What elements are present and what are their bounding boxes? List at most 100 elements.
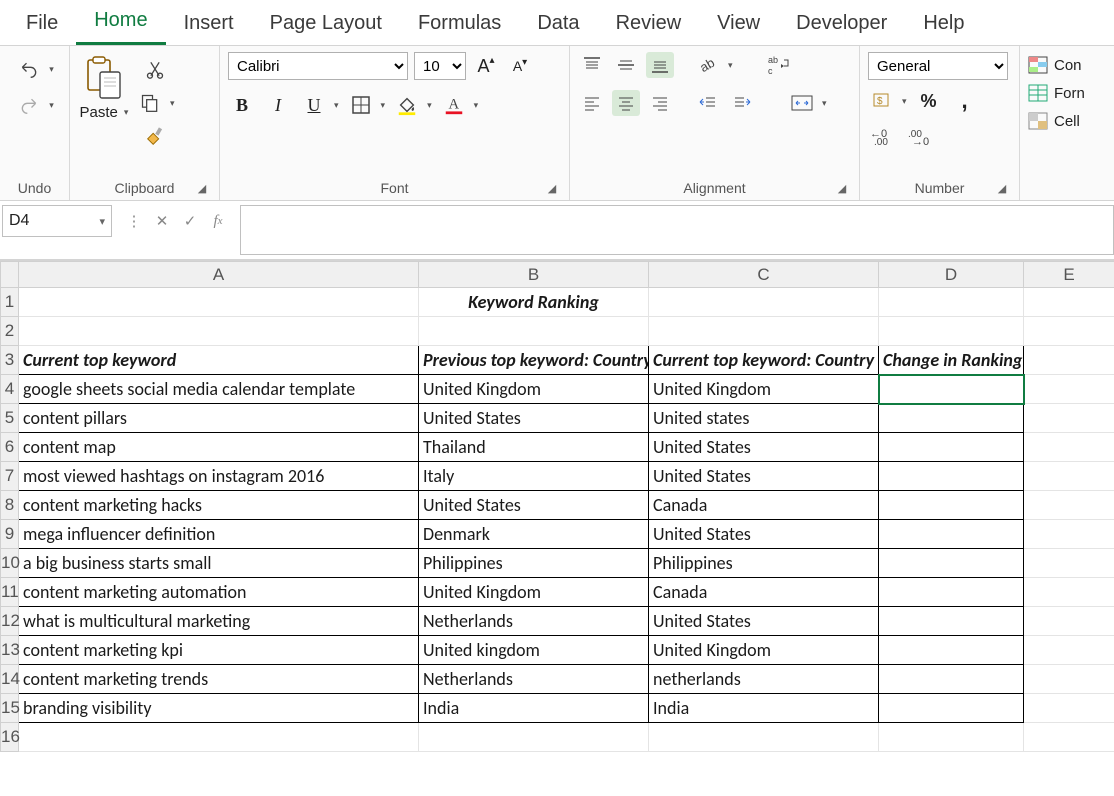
cell-D1[interactable]: [879, 288, 1024, 317]
orientation-button[interactable]: ab: [694, 52, 722, 78]
cell-C8[interactable]: Canada: [649, 491, 879, 520]
column-header-B[interactable]: B: [419, 262, 649, 288]
copy-button[interactable]: [136, 90, 164, 116]
cell-styles-icon[interactable]: [1028, 112, 1048, 130]
fill-color-button[interactable]: [393, 92, 421, 118]
cell-D5[interactable]: [879, 404, 1024, 433]
cell-D3[interactable]: Change in Ranking: [879, 346, 1024, 375]
cell-D12[interactable]: [879, 607, 1024, 636]
cell-C3[interactable]: Current top keyword: Country: [649, 346, 879, 375]
font-size-select[interactable]: 10: [414, 52, 466, 80]
merge-center-button[interactable]: [788, 90, 816, 116]
cell-E11[interactable]: [1024, 578, 1114, 607]
row-header-12[interactable]: 12: [1, 607, 19, 636]
row-header-10[interactable]: 10: [1, 549, 19, 578]
row-header-2[interactable]: 2: [1, 317, 19, 346]
cell-B5[interactable]: United States: [419, 404, 649, 433]
cell-A10[interactable]: a big business starts small: [19, 549, 419, 578]
cut-button[interactable]: [141, 56, 169, 82]
wrap-text-button[interactable]: abc: [765, 52, 793, 78]
tab-help[interactable]: Help: [905, 4, 982, 45]
column-header-E[interactable]: E: [1024, 262, 1114, 288]
cell-D4[interactable]: [879, 375, 1024, 404]
borders-dropdown[interactable]: ▾: [381, 100, 386, 111]
cell-E3[interactable]: [1024, 346, 1114, 375]
undo-button[interactable]: [15, 56, 43, 82]
number-format-select[interactable]: General: [868, 52, 1008, 80]
cell-C5[interactable]: United states: [649, 404, 879, 433]
cell-C1[interactable]: [649, 288, 879, 317]
tab-page-layout[interactable]: Page Layout: [252, 4, 400, 45]
cell-D16[interactable]: [879, 723, 1024, 752]
cell-E12[interactable]: [1024, 607, 1114, 636]
enter-formula-button[interactable]: ✓: [178, 209, 202, 233]
column-header-A[interactable]: A: [19, 262, 419, 288]
row-header-5[interactable]: 5: [1, 404, 19, 433]
font-color-button[interactable]: A: [440, 92, 468, 118]
cell-C16[interactable]: [649, 723, 879, 752]
cell-B11[interactable]: United Kingdom: [419, 578, 649, 607]
cancel-formula-button[interactable]: ✕: [150, 209, 174, 233]
row-header-16[interactable]: 16: [1, 723, 19, 752]
italic-button[interactable]: I: [264, 92, 292, 118]
percent-button[interactable]: %: [915, 88, 943, 114]
align-bottom-button[interactable]: [646, 52, 674, 78]
font-color-dropdown[interactable]: ▾: [474, 100, 479, 111]
cell-E4[interactable]: [1024, 375, 1114, 404]
align-middle-button[interactable]: [612, 52, 640, 78]
row-header-6[interactable]: 6: [1, 433, 19, 462]
copy-dropdown[interactable]: ▾: [170, 98, 175, 109]
clipboard-launcher[interactable]: ◢: [195, 182, 209, 196]
cell-C9[interactable]: United States: [649, 520, 879, 549]
cell-E7[interactable]: [1024, 462, 1114, 491]
tab-view[interactable]: View: [699, 4, 778, 45]
cell-B1[interactable]: Keyword Ranking: [419, 288, 649, 317]
cell-B4[interactable]: United Kingdom: [419, 375, 649, 404]
increase-decimal-button[interactable]: ←0.00: [868, 122, 896, 148]
cell-C12[interactable]: United States: [649, 607, 879, 636]
cell-C15[interactable]: India: [649, 694, 879, 723]
underline-dropdown[interactable]: ▾: [334, 100, 339, 111]
cell-A3[interactable]: Current top keyword: [19, 346, 419, 375]
cell-B15[interactable]: India: [419, 694, 649, 723]
cell-B2[interactable]: [419, 317, 649, 346]
cell-A2[interactable]: [19, 317, 419, 346]
cell-A7[interactable]: most viewed hashtags on instagram 2016: [19, 462, 419, 491]
formula-divider-button[interactable]: ⋮: [122, 209, 146, 233]
tab-home[interactable]: Home: [76, 1, 165, 45]
cell-D8[interactable]: [879, 491, 1024, 520]
align-top-button[interactable]: [578, 52, 606, 78]
cell-C4[interactable]: United Kingdom: [649, 375, 879, 404]
row-header-14[interactable]: 14: [1, 665, 19, 694]
cell-C7[interactable]: United States: [649, 462, 879, 491]
tab-formulas[interactable]: Formulas: [400, 4, 519, 45]
cell-D10[interactable]: [879, 549, 1024, 578]
cell-E5[interactable]: [1024, 404, 1114, 433]
cell-D13[interactable]: [879, 636, 1024, 665]
redo-button[interactable]: [15, 92, 43, 118]
cell-A6[interactable]: content map: [19, 433, 419, 462]
merge-dropdown[interactable]: ▾: [822, 98, 827, 109]
align-left-button[interactable]: [578, 90, 606, 116]
format-painter-button[interactable]: [141, 124, 169, 150]
cell-A5[interactable]: content pillars: [19, 404, 419, 433]
decrease-decimal-button[interactable]: .00→0: [906, 122, 934, 148]
bold-button[interactable]: B: [228, 92, 256, 118]
insert-function-button[interactable]: fx: [206, 209, 230, 233]
row-header-1[interactable]: 1: [1, 288, 19, 317]
align-center-button[interactable]: [612, 90, 640, 116]
cell-E16[interactable]: [1024, 723, 1114, 752]
row-header-7[interactable]: 7: [1, 462, 19, 491]
orientation-dropdown[interactable]: ▾: [728, 60, 733, 71]
cell-C13[interactable]: United Kingdom: [649, 636, 879, 665]
cell-D2[interactable]: [879, 317, 1024, 346]
cell-A16[interactable]: [19, 723, 419, 752]
cell-E10[interactable]: [1024, 549, 1114, 578]
borders-button[interactable]: [347, 92, 375, 118]
conditional-formatting-label[interactable]: Con: [1054, 57, 1082, 74]
row-header-9[interactable]: 9: [1, 520, 19, 549]
cell-E9[interactable]: [1024, 520, 1114, 549]
comma-style-button[interactable]: ,: [951, 88, 979, 114]
cell-B12[interactable]: Netherlands: [419, 607, 649, 636]
paste-dropdown[interactable]: Paste ▾: [80, 104, 129, 121]
